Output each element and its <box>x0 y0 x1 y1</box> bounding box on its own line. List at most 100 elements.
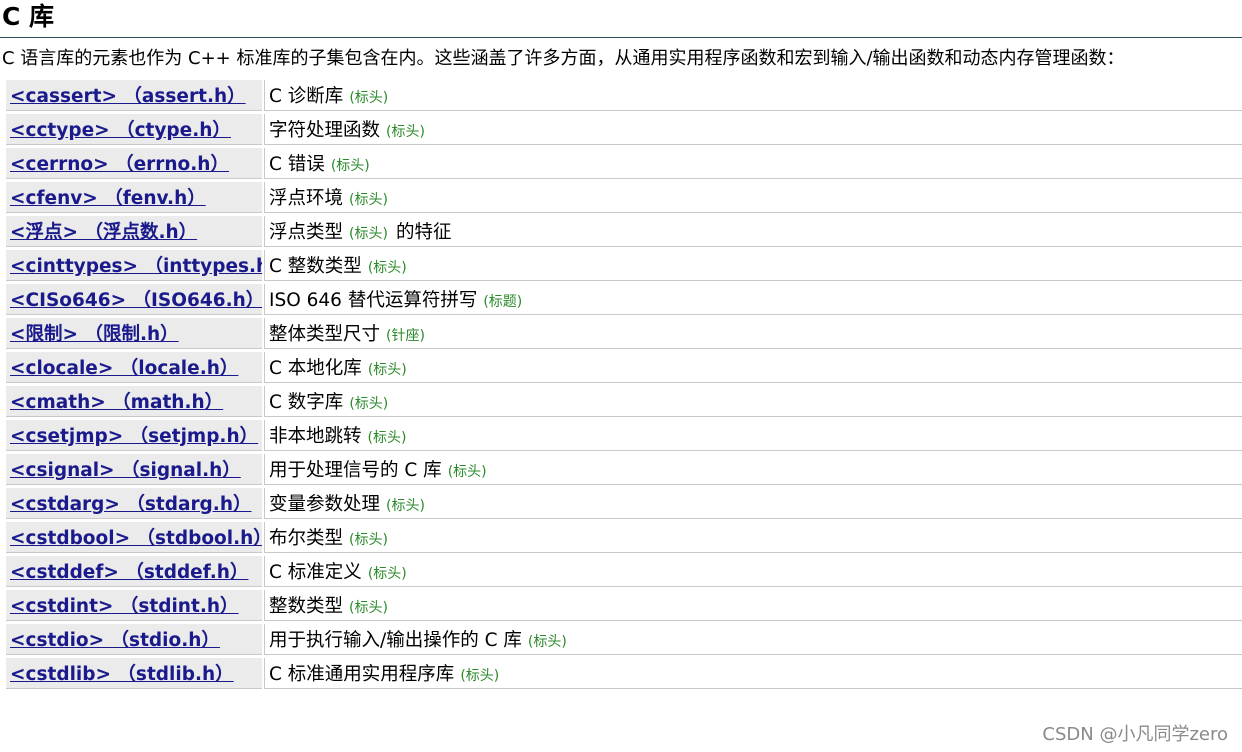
description-cell: C 本地化库 (标头) <box>264 352 1242 383</box>
table-row: <clocale> （locale.h） C 本地化库 (标头) <box>6 352 1242 383</box>
header-tag: (标题) <box>483 294 523 310</box>
description-cell: 整体类型尺寸 (针座) <box>264 318 1242 349</box>
header-cell: <cstdbool> （stdbool.h） <box>6 522 262 553</box>
table-row: <csignal> （signal.h） 用于处理信号的 C 库 (标头) <box>6 454 1242 485</box>
table-row: <cerrno> （errno.h） C 错误 (标头) <box>6 148 1242 179</box>
library-description: 非本地跳转 <box>269 426 362 447</box>
library-header-link[interactable]: <cerrno> （errno.h） <box>10 154 229 175</box>
header-tag: (标头) <box>527 634 567 650</box>
library-description: C 标准通用实用程序库 <box>269 664 455 685</box>
header-tag: (标头) <box>349 600 388 616</box>
description-cell: 浮点环境 (标头) <box>264 182 1242 213</box>
library-description: C 诊断库 <box>269 86 344 107</box>
header-cell: <cfenv> （fenv.h） <box>6 182 262 213</box>
table-row: <CISo646> （ISO646.h） ISO 646 替代运算符拼写 (标题) <box>6 284 1242 315</box>
header-cell: <cstddef> （stddef.h） <box>6 556 262 587</box>
library-description: 浮点环境 <box>269 188 344 209</box>
header-tag: (标头) <box>460 668 500 684</box>
library-description: C 数字库 <box>269 392 344 413</box>
table-row: <cstdint> （stdint.h） 整数类型 (标头) <box>6 590 1242 621</box>
header-tag: (标头) <box>349 532 388 548</box>
header-cell: <clocale> （locale.h） <box>6 352 262 383</box>
table-row: <cstdbool> （stdbool.h） 布尔类型 (标头) <box>6 522 1242 553</box>
library-header-link[interactable]: <限制> （限制.h） <box>10 324 179 345</box>
description-cell: 用于执行输入/输出操作的 C 库 (标头) <box>264 624 1242 655</box>
library-description: 变量参数处理 <box>269 494 381 515</box>
description-cell: C 整数类型 (标头) <box>264 250 1242 281</box>
description-cell: 变量参数处理 (标头) <box>264 488 1242 519</box>
header-tag: (标头) <box>349 226 388 242</box>
library-header-link[interactable]: <clocale> （locale.h） <box>10 358 238 379</box>
table-row: <cstdio> （stdio.h） 用于执行输入/输出操作的 C 库 (标头) <box>6 624 1242 655</box>
header-tag: (标头) <box>349 396 389 412</box>
library-header-link[interactable]: <cstdlib> （stdlib.h） <box>10 664 234 685</box>
header-tag: (标头) <box>349 192 388 208</box>
library-header-link[interactable]: <cinttypes> （inttypes.h） <box>10 256 262 277</box>
library-description: ISO 646 替代运算符拼写 <box>269 290 478 311</box>
header-cell: <cinttypes> （inttypes.h） <box>6 250 262 281</box>
library-header-link[interactable]: <cstdint> （stdint.h） <box>10 596 239 617</box>
library-header-link[interactable]: <cstdio> （stdio.h） <box>10 630 220 651</box>
header-cell: <cstdint> （stdint.h） <box>6 590 262 621</box>
header-cell: <cerrno> （errno.h） <box>6 148 262 179</box>
table-row: <cmath> （math.h） C 数字库 (标头) <box>6 386 1242 417</box>
table-row: <限制> （限制.h） 整体类型尺寸 (针座) <box>6 318 1242 349</box>
library-header-link[interactable]: <cstdbool> （stdbool.h） <box>10 528 262 549</box>
library-description: 用于处理信号的 C 库 <box>269 460 442 481</box>
table-row: <cfenv> （fenv.h） 浮点环境 (标头) <box>6 182 1242 213</box>
description-cell: 非本地跳转 (标头) <box>264 420 1242 451</box>
library-header-link[interactable]: <cassert> （assert.h） <box>10 86 246 107</box>
header-cell: <cctype> （ctype.h） <box>6 114 262 145</box>
header-cell: <CISo646> （ISO646.h） <box>6 284 262 315</box>
library-description: C 整数类型 <box>269 256 362 277</box>
title-divider <box>0 37 1242 38</box>
library-header-link[interactable]: <cmath> （math.h） <box>10 392 223 413</box>
page-title: C 库 <box>2 2 55 31</box>
description-cell: 用于处理信号的 C 库 (标头) <box>264 454 1242 485</box>
header-tag: (标头) <box>386 498 425 514</box>
description-cell: C 标准定义 (标头) <box>264 556 1242 587</box>
library-header-link[interactable]: <csetjmp> （setjmp.h） <box>10 426 258 447</box>
table-row: <csetjmp> （setjmp.h） 非本地跳转 (标头) <box>6 420 1242 451</box>
library-header-link[interactable]: <cstdarg> （stdarg.h） <box>10 494 252 515</box>
header-cell: <浮点> （浮点数.h） <box>6 216 262 247</box>
library-header-link[interactable]: <cstddef> （stddef.h） <box>10 562 248 583</box>
header-cell: <csetjmp> （setjmp.h） <box>6 420 262 451</box>
header-tag: (标头) <box>330 158 370 174</box>
description-cell: 布尔类型 (标头) <box>264 522 1242 553</box>
library-description: C 标准定义 <box>269 562 362 583</box>
header-cell: <cstdarg> （stdarg.h） <box>6 488 262 519</box>
table-row: <浮点> （浮点数.h） 浮点类型 (标头) 的特征 <box>6 216 1242 247</box>
library-header-link[interactable]: <浮点> （浮点数.h） <box>10 222 197 243</box>
description-cell: 浮点类型 (标头) 的特征 <box>264 216 1242 247</box>
description-cell: 字符处理函数 (标头) <box>264 114 1242 145</box>
header-cell: <cstdlib> （stdlib.h） <box>6 658 262 689</box>
library-description: 布尔类型 <box>269 528 344 549</box>
header-cell: <cassert> （assert.h） <box>6 80 262 111</box>
header-tag: (标头) <box>447 464 487 480</box>
library-header-link[interactable]: <cctype> （ctype.h） <box>10 120 231 141</box>
description-cell: C 错误 (标头) <box>264 148 1242 179</box>
library-description: C 本地化库 <box>269 358 362 379</box>
header-cell: <cstdio> （stdio.h） <box>6 624 262 655</box>
library-header-link[interactable]: <cfenv> （fenv.h） <box>10 188 206 209</box>
library-description: 浮点类型 <box>269 222 344 243</box>
csdn-watermark: CSDN @小凡同学zero <box>1042 724 1228 745</box>
header-tag: (针座) <box>386 328 425 344</box>
header-tag: (标头) <box>367 430 407 446</box>
table-row: <cassert> （assert.h） C 诊断库 (标头) <box>6 80 1242 111</box>
header-cell: <限制> （限制.h） <box>6 318 262 349</box>
description-cell: 整数类型 (标头) <box>264 590 1242 621</box>
library-description: C 错误 <box>269 154 325 175</box>
library-description-suffix: 的特征 <box>395 222 452 243</box>
intro-paragraph: C 语言库的元素也作为 C++ 标准库的子集包含在内。这些涵盖了许多方面，从通用… <box>2 48 1125 69</box>
table-row: <cstdlib> （stdlib.h） C 标准通用实用程序库 (标头) <box>6 658 1242 689</box>
library-header-link[interactable]: <CISo646> （ISO646.h） <box>10 290 262 311</box>
library-header-link[interactable]: <csignal> （signal.h） <box>10 460 241 481</box>
table-row: <cstddef> （stddef.h） C 标准定义 (标头) <box>6 556 1242 587</box>
header-tag: (标头) <box>367 260 407 276</box>
table-row: <cinttypes> （inttypes.h） C 整数类型 (标头) <box>6 250 1242 281</box>
header-cell: <cmath> （math.h） <box>6 386 262 417</box>
table-row: <cstdarg> （stdarg.h） 变量参数处理 (标头) <box>6 488 1242 519</box>
description-cell: ISO 646 替代运算符拼写 (标题) <box>264 284 1242 315</box>
